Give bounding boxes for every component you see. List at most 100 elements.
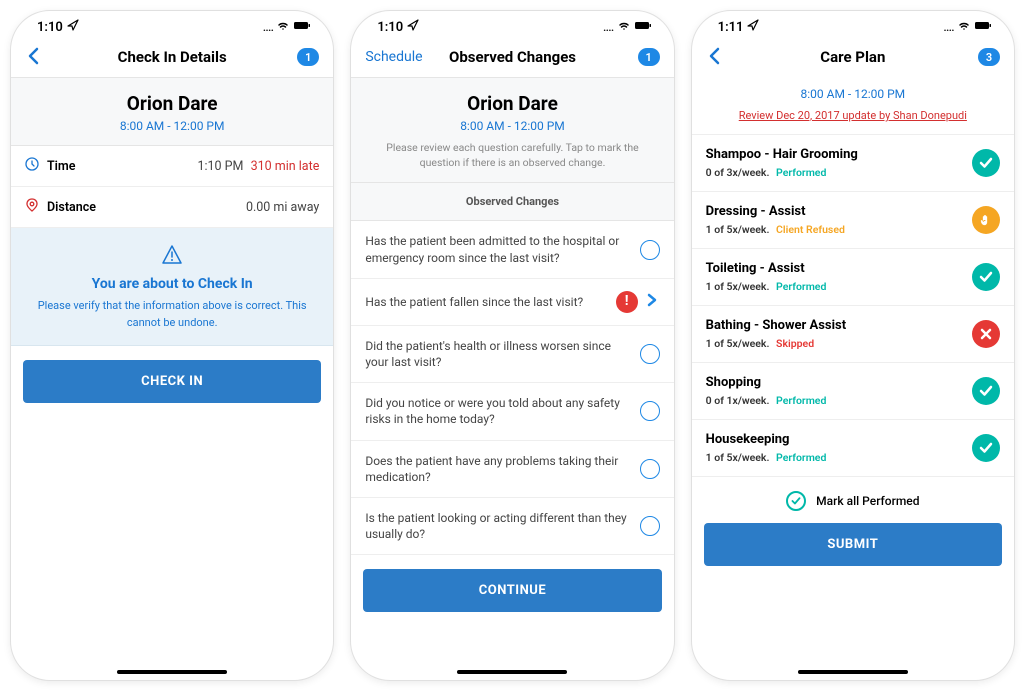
status-time: 1:10 [37,20,63,35]
care-title: Toileting - Assist [706,261,972,276]
client-header: Orion Dare 8:00 AM - 12:00 PM Please rev… [351,77,673,183]
notification-badge[interactable]: 1 [638,48,660,66]
status-bar: 1:11 .... [692,11,1014,37]
nav-bar: Check In Details 1 [11,37,333,77]
empty-circle-icon[interactable] [640,459,660,479]
review-update-link[interactable]: Review Dec 20, 2017 update by Shan Donep… [702,109,1004,122]
continue-button[interactable]: CONTINUE [363,569,661,612]
section-header: Observed Changes [351,183,673,221]
home-indicator[interactable] [457,670,567,674]
time-late: 310 min late [251,159,320,174]
empty-circle-icon[interactable] [640,344,660,364]
nav-bar: Care Plan 3 [692,37,1014,77]
care-items-list: Shampoo - Hair Grooming 0 of 3x/week. Per… [692,135,1014,477]
back-button[interactable]: Schedule [365,49,425,65]
status-indicators: .... [603,20,652,34]
location-arrow-icon [747,19,759,35]
care-item[interactable]: Dressing - Assist1 of 5x/week. Client Re… [692,192,1014,249]
location-arrow-icon [407,19,419,35]
clock-icon [25,157,39,175]
question-row[interactable]: Has the patient been admitted to the hos… [351,221,673,278]
empty-circle-icon[interactable] [640,401,660,421]
care-item[interactable]: Housekeeping1 of 5x/week. Performed [692,420,1014,477]
back-button[interactable] [25,43,85,71]
check-circle-icon [786,491,806,511]
distance-value: 0.00 mi away [246,200,319,215]
check-icon[interactable] [972,434,1000,462]
wifi-icon [277,21,289,34]
question-text: Does the patient have any problems takin… [365,453,639,485]
home-indicator[interactable] [117,670,227,674]
pin-icon [25,198,39,216]
care-subtitle: 0 of 1x/week. Performed [706,394,972,407]
chevron-right-icon [644,292,660,312]
check-icon[interactable] [972,263,1000,291]
distance-label: Distance [47,200,96,215]
care-subtitle: 1 of 5x/week. Client Refused [706,223,972,236]
care-subtitle: 1 of 5x/week. Performed [706,451,972,464]
status-bar: 1:10 .... [351,11,673,37]
question-text: Has the patient fallen since the last vi… [365,294,615,310]
page-title: Care Plan [820,48,885,66]
signal-dots: .... [603,21,614,34]
header-instructions: Please review each question carefully. T… [361,141,663,170]
question-text: Did the patient's health or illness wors… [365,338,639,370]
care-item[interactable]: Shopping 0 of 1x/week. Performed [692,363,1014,420]
phone-observed-changes: 1:10 .... Schedule Observed Changes 1 Or… [350,10,674,681]
signal-dots: .... [943,21,954,34]
mark-all-label: Mark all Performed [816,494,919,508]
client-header: Orion Dare 8:00 AM - 12:00 PM [11,77,333,146]
notification-badge[interactable]: 3 [978,48,1000,66]
page-title: Check In Details [118,48,227,66]
submit-button[interactable]: SUBMIT [704,523,1002,566]
visit-time: 8:00 AM - 12:00 PM [361,119,663,133]
warning-sub: Please verify that the information above… [31,298,313,331]
status-indicators: .... [943,20,992,34]
x-icon[interactable] [972,320,1000,348]
empty-circle-icon[interactable] [640,240,660,260]
check-in-button[interactable]: CHECK IN [23,360,321,403]
phone-care-plan: 1:11 .... Care Plan 3 8:00 AM - 12:00 PM… [691,10,1015,681]
back-button[interactable] [706,43,766,71]
care-item[interactable]: Toileting - Assist 1 of 5x/week. Performe… [692,249,1014,306]
alert-icon: ! [616,291,638,313]
care-subtitle: 1 of 5x/week. Performed [706,280,972,293]
client-name: Orion Dare [361,92,663,115]
question-row[interactable]: Does the patient have any problems takin… [351,441,673,498]
care-subtitle: 1 of 5x/week. Skipped [706,337,972,350]
check-icon[interactable] [972,377,1000,405]
question-row[interactable]: Did you notice or were you told about an… [351,383,673,440]
warning-title: You are about to Check In [31,276,313,292]
question-text: Did you notice or were you told about an… [365,395,639,427]
care-title: Shopping [706,375,972,390]
care-item[interactable]: Shampoo - Hair Grooming 0 of 3x/week. Per… [692,135,1014,192]
status-time: 1:10 [377,20,403,35]
care-title: Shampoo - Hair Grooming [706,147,972,162]
care-title: Bathing - Shower Assist [706,318,972,333]
question-row[interactable]: Is the patient looking or acting differe… [351,498,673,555]
care-item[interactable]: Bathing - Shower Assist 1 of 5x/week. Ski… [692,306,1014,363]
question-row[interactable]: Has the patient fallen since the last vi… [351,279,673,326]
care-subtitle: 0 of 3x/week. Performed [706,166,972,179]
empty-circle-icon[interactable] [640,516,660,536]
battery-icon [974,20,992,34]
mark-all-performed[interactable]: Mark all Performed [692,477,1014,517]
time-label: Time [47,159,76,174]
nav-bar: Schedule Observed Changes 1 [351,37,673,77]
question-text: Is the patient looking or acting differe… [365,510,639,542]
status-bar: 1:10 .... [11,11,333,37]
time-row: Time 1:10 PM 310 min late [11,146,333,187]
visit-time: 8:00 AM - 12:00 PM [702,87,1004,101]
phone-checkin-details: 1:10 .... Check In Details 1 Orion Dare … [10,10,334,681]
location-arrow-icon [67,19,79,35]
notification-badge[interactable]: 1 [297,48,319,66]
warning-icon [161,251,183,270]
battery-icon [293,20,311,34]
page-title: Observed Changes [449,48,576,66]
check-icon[interactable] [972,149,1000,177]
status-indicators: .... [263,20,312,34]
questions-list: Has the patient been admitted to the hos… [351,221,673,555]
hand-icon[interactable] [972,206,1000,234]
home-indicator[interactable] [798,670,908,674]
question-row[interactable]: Did the patient's health or illness wors… [351,326,673,383]
